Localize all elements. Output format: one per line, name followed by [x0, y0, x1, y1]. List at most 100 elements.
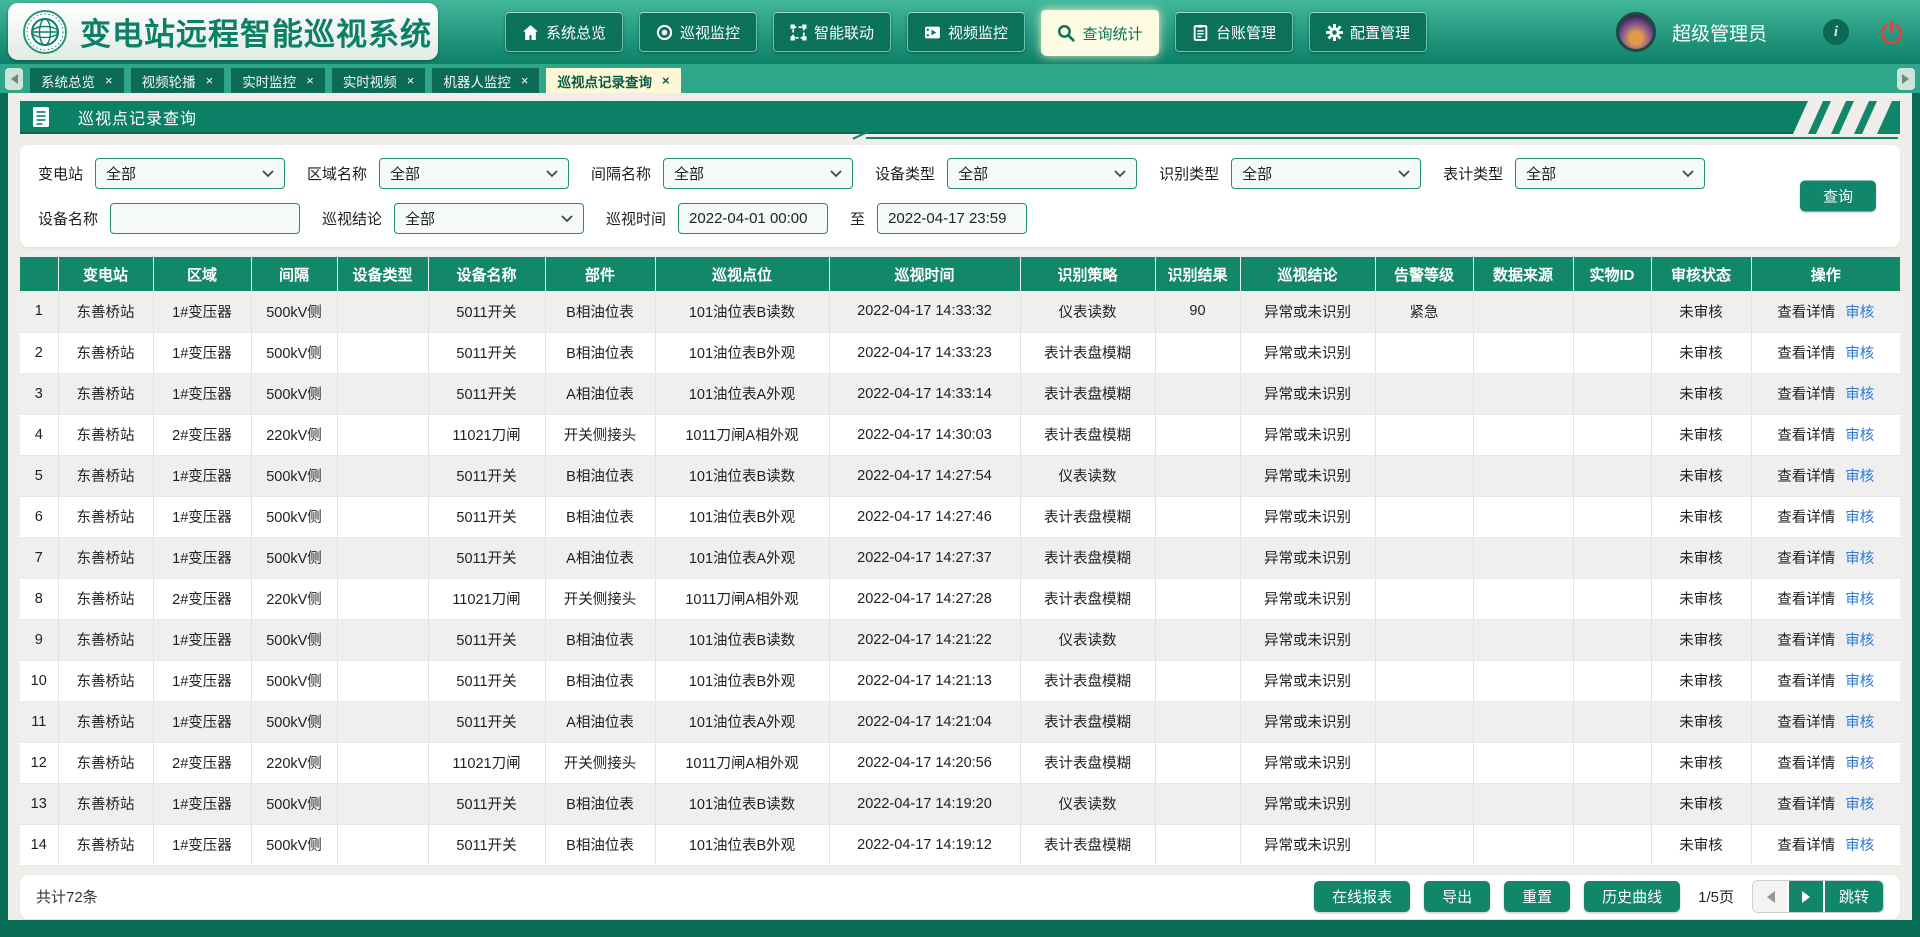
history-curve-button[interactable]: 历史曲线 [1584, 881, 1680, 912]
tab-close-icon[interactable]: × [407, 74, 415, 87]
table-cell [1375, 824, 1473, 865]
view-detail-link[interactable]: 查看详情 [1777, 469, 1835, 485]
view-detail-link[interactable]: 查看详情 [1777, 674, 1835, 690]
avatar[interactable] [1616, 12, 1656, 52]
conclusion-select[interactable]: 全部 [394, 203, 584, 234]
table-cell: 表计表盘模糊 [1020, 824, 1155, 865]
view-detail-link[interactable]: 查看详情 [1777, 305, 1835, 321]
audit-link[interactable]: 审核 [1845, 674, 1874, 690]
device-name-input[interactable] [110, 203, 300, 234]
table-cell [1573, 414, 1651, 455]
audit-link[interactable]: 审核 [1845, 592, 1874, 608]
nav-config-management[interactable]: 配置管理 [1309, 12, 1427, 52]
tab-close-icon[interactable]: × [662, 74, 670, 87]
view-detail-link[interactable]: 查看详情 [1777, 715, 1835, 731]
view-detail-link[interactable]: 查看详情 [1777, 633, 1835, 649]
nav-system-overview[interactable]: 系统总览 [505, 12, 623, 52]
conclusion-label: 巡视结论 [322, 208, 382, 229]
view-detail-link[interactable]: 查看详情 [1777, 428, 1835, 444]
table-cell: 异常或未识别 [1240, 701, 1375, 742]
table-row: 13东善桥站1#变压器500kV侧5011开关B相油位表101油位表B读数202… [20, 783, 1900, 824]
view-detail-link[interactable]: 查看详情 [1777, 387, 1835, 403]
tab-robot-monitor[interactable]: 机器人监控× [432, 68, 539, 93]
table-cell: 13 [20, 783, 58, 824]
nav-query-statistics[interactable]: 查询统计 [1041, 10, 1159, 56]
info-icon[interactable]: i [1823, 19, 1849, 45]
time-to-input[interactable]: 2022-04-17 23:59 [877, 203, 1027, 234]
table-cell: 101油位表B外观 [655, 824, 829, 865]
tab-video-carousel[interactable]: 视频轮播× [131, 68, 225, 93]
table-cell: 1 [20, 291, 58, 332]
export-button[interactable]: 导出 [1424, 881, 1490, 912]
tab-close-icon[interactable]: × [105, 74, 113, 87]
table-cell [337, 742, 428, 783]
table-cell: B相油位表 [545, 455, 655, 496]
nav-inspection-monitor[interactable]: 巡视监控 [639, 12, 757, 52]
table-cell [1473, 660, 1573, 701]
audit-link[interactable]: 审核 [1845, 305, 1874, 321]
table-cell [1573, 742, 1651, 783]
audit-link[interactable]: 审核 [1845, 510, 1874, 526]
tabs-scroll-left-button[interactable] [5, 68, 23, 90]
tabs-scroll-right-button[interactable] [1897, 68, 1915, 90]
app-logo-icon [22, 9, 68, 55]
column-header: 间隔 [251, 257, 337, 291]
view-detail-link[interactable]: 查看详情 [1777, 346, 1835, 362]
bay-select[interactable]: 全部 [663, 158, 853, 189]
audit-link[interactable]: 审核 [1845, 797, 1874, 813]
table-cell: 未审核 [1651, 496, 1751, 537]
nav-smart-linkage[interactable]: 智能联动 [773, 12, 891, 52]
nav-video-monitor[interactable]: 视频监控 [907, 12, 1025, 52]
audit-link[interactable]: 审核 [1845, 551, 1874, 567]
operations-cell: 查看详情审核 [1751, 455, 1900, 496]
view-detail-link[interactable]: 查看详情 [1777, 592, 1835, 608]
region-select[interactable]: 全部 [379, 158, 569, 189]
tab-close-icon[interactable]: × [206, 74, 214, 87]
audit-link[interactable]: 审核 [1845, 633, 1874, 649]
nav-ledger-management[interactable]: 台账管理 [1175, 12, 1293, 52]
audit-link[interactable]: 审核 [1845, 756, 1874, 772]
audit-link[interactable]: 审核 [1845, 715, 1874, 731]
audit-link[interactable]: 审核 [1845, 387, 1874, 403]
audit-link[interactable]: 审核 [1845, 838, 1874, 854]
chevron-down-icon [546, 170, 558, 178]
nav-label: 视频监控 [948, 22, 1008, 43]
table-cell: 1#变压器 [153, 537, 251, 578]
view-detail-link[interactable]: 查看详情 [1777, 551, 1835, 567]
view-detail-link[interactable]: 查看详情 [1777, 510, 1835, 526]
table-cell: 500kV侧 [251, 496, 337, 537]
tab-realtime-monitor[interactable]: 实时监控× [231, 68, 325, 93]
prev-page-button[interactable] [1753, 881, 1789, 912]
device-type-select[interactable]: 全部 [947, 158, 1137, 189]
audit-link[interactable]: 审核 [1845, 346, 1874, 362]
logout-power-icon[interactable] [1879, 20, 1904, 45]
tab-close-icon[interactable]: × [306, 74, 314, 87]
view-detail-link[interactable]: 查看详情 [1777, 797, 1835, 813]
column-header: 部件 [545, 257, 655, 291]
table-cell: 2022-04-17 14:27:28 [829, 578, 1020, 619]
substation-select[interactable]: 全部 [95, 158, 285, 189]
view-detail-link[interactable]: 查看详情 [1777, 838, 1835, 854]
tab-system-overview[interactable]: 系统总览× [30, 68, 124, 93]
tab-realtime-video[interactable]: 实时视频× [332, 68, 426, 93]
table-cell [1155, 824, 1240, 865]
time-from-input[interactable]: 2022-04-01 00:00 [678, 203, 828, 234]
table-cell [1473, 455, 1573, 496]
audit-link[interactable]: 审核 [1845, 428, 1874, 444]
tab-inspection-record-query[interactable]: 巡视点记录查询× [546, 68, 680, 93]
view-detail-link[interactable]: 查看详情 [1777, 756, 1835, 772]
table-cell: 11 [20, 701, 58, 742]
next-page-button[interactable] [1789, 881, 1825, 912]
reset-button[interactable]: 重置 [1504, 881, 1570, 912]
table-cell: 3 [20, 373, 58, 414]
jump-button[interactable]: 跳转 [1825, 881, 1883, 912]
query-button[interactable]: 查询 [1800, 181, 1876, 212]
filter-panel: 变电站 全部 区域名称 全部 间隔名称 全部 设备类型 全部 识别类型 全部 表… [20, 145, 1900, 247]
meter-type-select[interactable]: 全部 [1515, 158, 1705, 189]
recognition-type-select[interactable]: 全部 [1231, 158, 1421, 189]
table-cell [1155, 578, 1240, 619]
select-value: 全部 [106, 163, 136, 184]
tab-close-icon[interactable]: × [521, 74, 529, 87]
audit-link[interactable]: 审核 [1845, 469, 1874, 485]
online-report-button[interactable]: 在线报表 [1314, 881, 1410, 912]
